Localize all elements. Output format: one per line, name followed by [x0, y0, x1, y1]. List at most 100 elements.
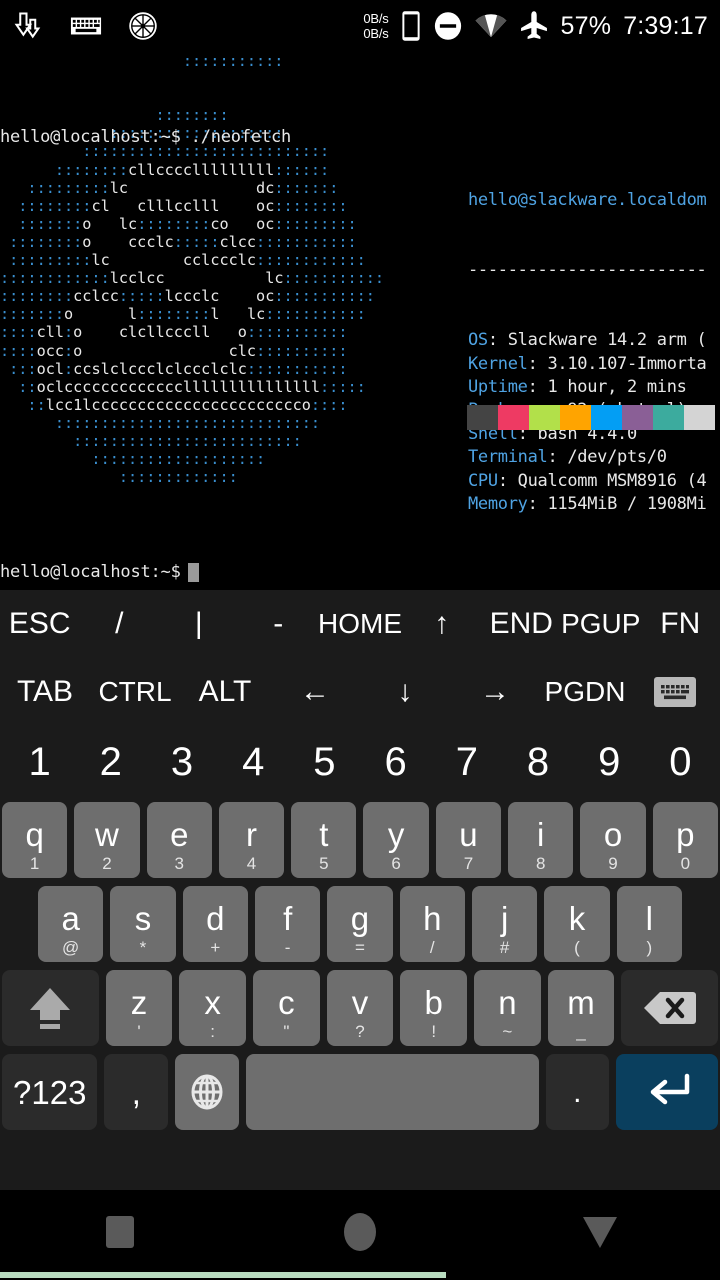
backspace-key[interactable] — [621, 970, 719, 1046]
letter-key-n[interactable]: n ~ — [474, 970, 541, 1046]
keyboard-row-asdf[interactable]: a @ s * d + f - g = h / j # k(l) — [0, 882, 720, 966]
neofetch-info-key: OS — [468, 330, 488, 351]
neofetch-info-key: CPU — [468, 470, 498, 491]
space-key[interactable] — [245, 1054, 539, 1130]
fnkey-label: TAB — [16, 675, 74, 708]
neofetch-host-header: hello@slackware.localdom — [468, 189, 707, 210]
function-row-2[interactable]: TAB CTRL ALT ← ↓ → PGDN — [0, 658, 720, 726]
keyboard-row-zxcv[interactable]: z ' x: c " v? b! n ~ m _ — [0, 966, 720, 1050]
letter-key-h[interactable]: h / — [399, 886, 465, 962]
keyboard-row-bottom[interactable]: ?123 , . — [0, 1050, 720, 1134]
fnkey-[interactable]: ↑ — [402, 590, 482, 658]
neofetch-rule: ------------------------ — [468, 260, 707, 281]
number-row[interactable]: 1 2 3 4 5 6 7 8 9 0 — [0, 726, 720, 798]
key-sub-label: / — [429, 938, 435, 957]
letter-key-a[interactable]: a @ — [38, 886, 104, 962]
fnkey-fn[interactable]: FN — [641, 590, 720, 658]
number-key-0[interactable]: 0 — [645, 726, 716, 798]
letter-key-t[interactable]: t5 — [291, 802, 357, 878]
letter-key-r[interactable]: r4 — [218, 802, 285, 878]
terminal-cursor — [187, 562, 199, 582]
toggle-keyboard-key[interactable] — [630, 658, 720, 726]
fnkey-pgup[interactable]: PGUP — [561, 590, 641, 658]
fnkey-pgdn[interactable]: PGDN — [540, 658, 630, 726]
fnkey-end[interactable]: END — [482, 590, 562, 658]
key-sub-label: " — [283, 1022, 290, 1041]
fnkey-[interactable]: | — [159, 590, 239, 658]
recents-button[interactable] — [0, 1216, 240, 1248]
hide-keyboard-button[interactable] — [480, 1216, 720, 1248]
backspace-icon — [643, 988, 697, 1028]
fnkey-[interactable]: → — [450, 658, 540, 726]
number-key-label: 0 — [669, 739, 692, 784]
letter-key-z[interactable]: z ' — [105, 970, 173, 1046]
letter-key-x[interactable]: x: — [179, 970, 247, 1046]
on-screen-keyboard[interactable]: ESC / | - HOME ↑ END PGUP FN TAB CTRL ALT ← ↓ → PGDN 1… — [0, 590, 720, 1190]
letter-key-q[interactable]: q1 — [2, 802, 68, 878]
letter-key-l[interactable]: l) — [616, 886, 682, 962]
letter-key-b[interactable]: b! — [400, 970, 468, 1046]
letter-key-o[interactable]: o9 — [580, 802, 646, 878]
neofetch-info-row: Terminal: /dev/pts/0 — [468, 446, 720, 469]
letter-key-d[interactable]: d + — [182, 886, 248, 962]
number-key-1[interactable]: 1 — [4, 726, 75, 798]
letter-key-e[interactable]: e3 — [146, 802, 212, 878]
key-sub-label: 4 — [246, 854, 257, 873]
letter-key-j[interactable]: j # — [471, 886, 538, 962]
letter-key-i[interactable]: i8 — [508, 802, 574, 878]
function-row-1[interactable]: ESC / | - HOME ↑ END PGUP FN — [0, 590, 720, 658]
letter-key-w[interactable]: w2 — [74, 802, 140, 878]
palette-swatch — [498, 405, 529, 430]
number-key-4[interactable]: 4 — [218, 726, 289, 798]
key-main-label: q — [25, 815, 44, 853]
letter-key-v[interactable]: v? — [326, 970, 394, 1046]
letter-key-k[interactable]: k( — [544, 886, 610, 962]
fnkey-label: END — [489, 607, 553, 640]
letter-key-f[interactable]: f- — [254, 886, 321, 962]
number-key-9[interactable]: 9 — [574, 726, 645, 798]
net-down-value: 0B/s — [363, 26, 389, 41]
period-key[interactable]: . — [545, 1054, 610, 1130]
fnkey-esc[interactable]: ESC — [0, 590, 80, 658]
terminal-output[interactable]: ::::::::::: :::::::: :::::::::::::::::::… — [0, 52, 720, 590]
number-key-6[interactable]: 6 — [360, 726, 431, 798]
fnkey-alt[interactable]: ALT — [180, 658, 270, 726]
letter-key-g[interactable]: g = — [327, 886, 393, 962]
fnkey-home[interactable]: HOME — [318, 590, 402, 658]
battery-percent: 57% — [560, 11, 612, 40]
palette-swatch — [684, 405, 715, 430]
fnkey-tab[interactable]: TAB — [0, 658, 90, 726]
fnkey-[interactable]: ↓ — [360, 658, 450, 726]
number-key-5[interactable]: 5 — [289, 726, 360, 798]
number-key-2[interactable]: 2 — [75, 726, 146, 798]
letter-key-c[interactable]: c " — [253, 970, 320, 1046]
fnkey-label: PGDN — [544, 676, 626, 707]
language-switch-key[interactable] — [175, 1054, 239, 1130]
number-key-label: 5 — [313, 739, 336, 784]
number-key-label: 1 — [28, 739, 51, 784]
number-key-7[interactable]: 7 — [431, 726, 502, 798]
number-key-3[interactable]: 3 — [146, 726, 217, 798]
symbols-key[interactable]: ?123 — [2, 1054, 98, 1130]
keyboard-row-qwerty[interactable]: q1w2e3r4t5y6u7i8o9p0 — [0, 798, 720, 882]
letter-key-p[interactable]: p0 — [652, 802, 718, 878]
net-up-value: 0B/s — [363, 11, 389, 26]
fnkey-[interactable]: ← — [270, 658, 360, 726]
letter-key-u[interactable]: u7 — [435, 802, 502, 878]
fnkey-[interactable]: - — [239, 590, 319, 658]
fnkey-label: - — [273, 607, 284, 640]
comma-key[interactable]: , — [104, 1054, 169, 1130]
letter-key-s[interactable]: s * — [110, 886, 176, 962]
letter-key-m[interactable]: m _ — [547, 970, 615, 1046]
fnkey-[interactable]: / — [80, 590, 160, 658]
neofetch-info-value: : Slackware 14.2 arm ( — [487, 330, 707, 351]
number-key-label: 9 — [598, 739, 621, 784]
key-main-label: j — [500, 899, 509, 937]
shift-key[interactable] — [2, 970, 99, 1046]
android-navigation-bar[interactable] — [0, 1190, 720, 1274]
fnkey-ctrl[interactable]: CTRL — [90, 658, 180, 726]
home-button[interactable] — [240, 1213, 480, 1251]
letter-key-y[interactable]: y6 — [363, 802, 429, 878]
number-key-8[interactable]: 8 — [502, 726, 573, 798]
enter-key[interactable] — [616, 1054, 718, 1130]
